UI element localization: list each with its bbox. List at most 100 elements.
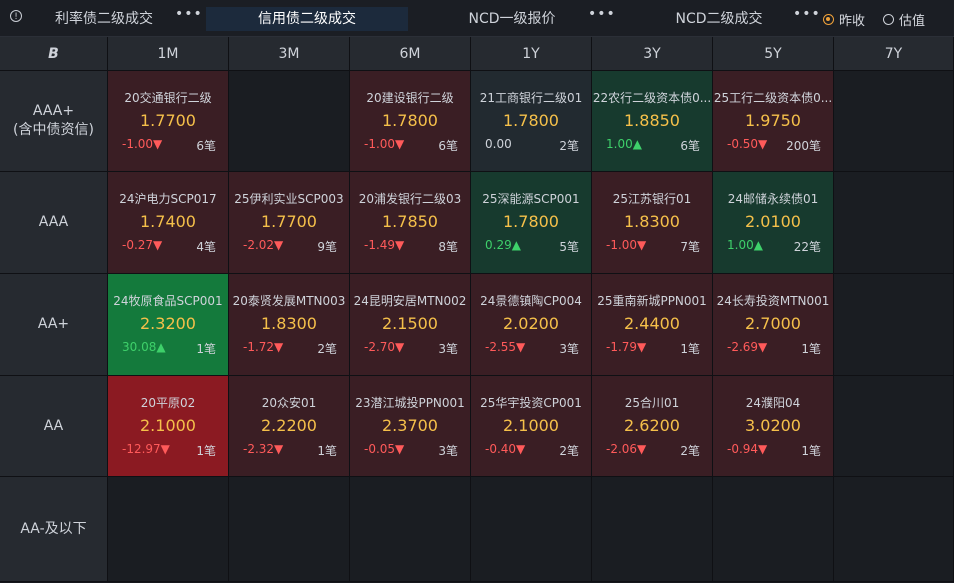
column-header-7y: 7Y — [834, 37, 954, 71]
radio-unselected-icon — [883, 14, 894, 25]
bond-name: 20浦发银行二级03 — [358, 192, 462, 206]
quote-cell[interactable]: 25合川01 2.6200 -2.06▼ 2笔 — [592, 376, 713, 477]
bond-name: 24沪电力SCP017 — [119, 192, 217, 206]
more-icon[interactable]: ••• — [588, 6, 616, 22]
bond-name: 20众安01 — [261, 396, 317, 410]
row-header-label: AAA+ (含中债资信) — [13, 102, 94, 140]
quote-cell[interactable]: 20泰贤发展MTN003 1.8300 -1.72▼ 2笔 — [229, 274, 350, 376]
quote-cell[interactable]: 20浦发银行二级03 1.7850 -1.49▼ 8笔 — [350, 172, 471, 274]
quote-cell[interactable]: 21工商银行二级01 1.7800 0.00 2笔 — [471, 71, 592, 172]
more-icon[interactable]: ••• — [793, 6, 821, 22]
change-bp: -2.69▼ — [727, 340, 768, 354]
row-header: AA — [0, 376, 108, 477]
quote-cell[interactable]: 24沪电力SCP017 1.7400 -0.27▼ 4笔 — [108, 172, 229, 274]
quote-cell[interactable]: 24昆明安居MTN002 2.1500 -2.70▼ 3笔 — [350, 274, 471, 376]
empty-cell — [834, 71, 954, 172]
row-header-label: AAA — [39, 213, 69, 232]
bond-name: 24牧原食品SCP001 — [113, 294, 223, 308]
change-bp: -0.40▼ — [485, 442, 526, 456]
quote-cell[interactable]: 20众安01 2.2200 -2.32▼ 1笔 — [229, 376, 350, 477]
bond-name: 23潜江城投PPN001 — [355, 396, 465, 410]
trade-count: 6笔 — [438, 139, 458, 153]
trade-count: 3笔 — [559, 342, 579, 356]
change-bp: -2.55▼ — [485, 340, 526, 354]
column-header-3y: 3Y — [592, 37, 713, 71]
info-icon[interactable]: ! — [10, 10, 22, 22]
yield-value: 2.3700 — [382, 416, 438, 435]
quote-cell[interactable]: 25华宇投资CP001 2.1000 -0.40▼ 2笔 — [471, 376, 592, 477]
quote-cell[interactable]: 23潜江城投PPN001 2.3700 -0.05▼ 3笔 — [350, 376, 471, 477]
yield-value: 2.2200 — [261, 416, 317, 435]
quote-cell[interactable]: 25工行二级资本债0... 1.9750 -0.50▼ 200笔 — [713, 71, 834, 172]
yield-value: 1.8300 — [261, 314, 317, 333]
yield-value: 2.1000 — [503, 416, 559, 435]
yield-value: 2.0100 — [745, 212, 801, 231]
row-header: AA-及以下 — [0, 477, 108, 582]
quote-cell[interactable]: 25深能源SCP001 1.7800 0.29▲ 5笔 — [471, 172, 592, 274]
row-label-line: AA — [43, 417, 64, 434]
row-header-label: AA — [44, 417, 64, 436]
change-bp: 1.00▲ — [606, 137, 642, 151]
quote-cell[interactable]: 25重南新城PPN001 2.4400 -1.79▼ 1笔 — [592, 274, 713, 376]
trade-count: 200笔 — [786, 139, 821, 153]
tab-ncd-secondary[interactable]: NCD二级成交 — [640, 7, 798, 31]
trade-count: 1笔 — [196, 444, 216, 458]
bond-name: 20建设银行二级 — [366, 91, 454, 105]
trade-count: 2笔 — [317, 342, 337, 356]
trade-count: 1笔 — [680, 342, 700, 356]
change-bp: -1.49▼ — [364, 238, 405, 252]
quote-cell[interactable]: 20建设银行二级 1.7800 -1.00▼ 6笔 — [350, 71, 471, 172]
quote-cell[interactable]: 24景德镇陶CP004 2.0200 -2.55▼ 3笔 — [471, 274, 592, 376]
row-label-line: AAA — [38, 214, 69, 230]
tab-ncd-primary[interactable]: NCD一级报价 — [432, 7, 592, 31]
quote-cell[interactable]: 24长寿投资MTN001 2.7000 -2.69▼ 1笔 — [713, 274, 834, 376]
trade-count: 3笔 — [438, 342, 458, 356]
quote-cell[interactable]: 24濮阳04 3.0200 -0.94▼ 1笔 — [713, 376, 834, 477]
change-bp: 0.29▲ — [485, 238, 521, 252]
yield-value: 2.4400 — [624, 314, 680, 333]
row-header-label: AA-及以下 — [20, 520, 86, 539]
empty-cell — [471, 477, 592, 582]
column-header-3m: 3M — [229, 37, 350, 71]
trade-count: 9笔 — [317, 240, 337, 254]
quote-cell[interactable]: 20交通银行二级 1.7700 -1.00▼ 6笔 — [108, 71, 229, 172]
radio-valuation[interactable]: 估值 — [883, 10, 925, 29]
change-bp: -1.79▼ — [606, 340, 647, 354]
yield-value: 2.0200 — [503, 314, 559, 333]
row-header: AAA — [0, 172, 108, 274]
more-icon[interactable]: ••• — [175, 6, 203, 22]
quote-cell[interactable]: 25江苏银行01 1.8300 -1.00▼ 7笔 — [592, 172, 713, 274]
radio-label: 昨收 — [839, 14, 866, 29]
bond-name: 20泰贤发展MTN003 — [232, 294, 346, 308]
quote-cell[interactable]: 25伊利实业SCP003 1.7700 -2.02▼ 9笔 — [229, 172, 350, 274]
radio-selected-icon — [823, 14, 834, 25]
change-bp: -12.97▼ — [122, 442, 170, 456]
radio-label: 估值 — [899, 14, 926, 29]
tab-rate-bond[interactable]: 利率债二级成交 — [34, 7, 174, 31]
radio-prev-close[interactable]: 昨收 — [823, 10, 865, 29]
quote-cell[interactable]: 24邮储永续债01 2.0100 1.00▲ 22笔 — [713, 172, 834, 274]
trade-count: 2笔 — [559, 139, 579, 153]
yield-value: 1.7800 — [382, 111, 438, 130]
tab-credit-bond[interactable]: 信用债二级成交 — [206, 7, 408, 31]
tab-bar: ! 利率债二级成交 ••• 信用债二级成交 NCD一级报价 ••• NCD二级成… — [0, 0, 954, 37]
change-bp: -0.05▼ — [364, 442, 405, 456]
yield-value: 2.1500 — [382, 314, 438, 333]
change-bp: -0.94▼ — [727, 442, 768, 456]
yield-value: 1.7800 — [503, 212, 559, 231]
yield-value: 1.7400 — [140, 212, 196, 231]
quote-cell[interactable]: 20平原02 2.1000 -12.97▼ 1笔 — [108, 376, 229, 477]
trade-count: 8笔 — [438, 240, 458, 254]
quote-cell[interactable]: 24牧原食品SCP001 2.3200 30.08▲ 1笔 — [108, 274, 229, 376]
change-bp: 1.00▲ — [727, 238, 763, 252]
bond-name: 25江苏银行01 — [612, 192, 692, 206]
bond-name: 24昆明安居MTN002 — [353, 294, 467, 308]
trade-count: 7笔 — [680, 240, 700, 254]
empty-cell — [350, 477, 471, 582]
yield-value: 2.1000 — [140, 416, 196, 435]
quote-cell[interactable]: 22农行二级资本债0... 1.8850 1.00▲ 6笔 — [592, 71, 713, 172]
change-bp: -1.72▼ — [243, 340, 284, 354]
row-label-line: AA-及以下 — [20, 520, 87, 537]
row-label-line: (含中债资信) — [13, 122, 94, 138]
column-header-5y: 5Y — [713, 37, 834, 71]
